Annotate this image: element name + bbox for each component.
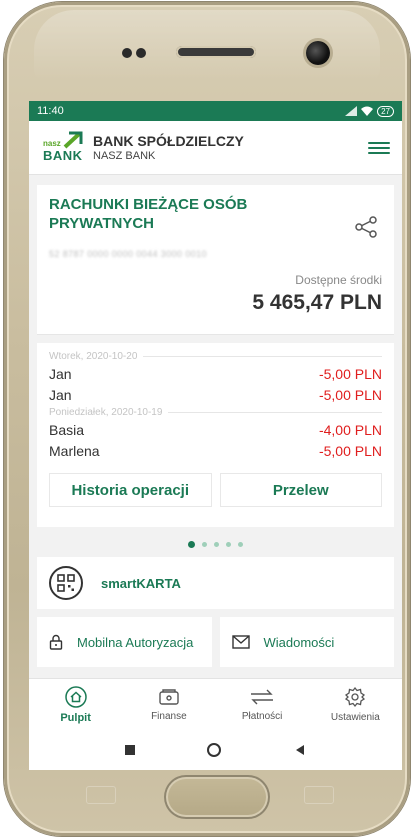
pager-dot[interactable] bbox=[226, 541, 231, 547]
transaction-actions: Historia operacji Przelew bbox=[49, 473, 382, 507]
pager-dot-active[interactable] bbox=[188, 540, 195, 548]
account-balance: 5 465,47 PLN bbox=[252, 291, 382, 314]
android-navigation-bar bbox=[29, 730, 402, 770]
pager-dots[interactable] bbox=[29, 539, 402, 549]
transaction-amount: -5,00 PLN bbox=[318, 442, 382, 459]
home-hardware-button[interactable] bbox=[164, 775, 270, 819]
nav-platnosci[interactable]: Płatności bbox=[216, 679, 309, 730]
back-key[interactable] bbox=[304, 786, 334, 804]
logo-arrow-icon bbox=[63, 131, 83, 148]
app-screen: 11:40 27 nasz BANK BANK SPÓŁDZIELCZY NAS… bbox=[29, 101, 402, 770]
transaction-amount: -4,00 PLN bbox=[318, 421, 382, 438]
transaction-name: Jan bbox=[49, 365, 72, 382]
logo-nasz-text: nasz bbox=[43, 138, 61, 148]
sensor-dot bbox=[136, 48, 146, 58]
available-funds-label: Dostępne środki bbox=[295, 273, 382, 287]
pager-dot[interactable] bbox=[214, 541, 219, 547]
status-icons: 27 bbox=[345, 105, 394, 117]
recent-apps-key[interactable] bbox=[86, 786, 116, 804]
logo-bank-text: BANK bbox=[43, 147, 83, 163]
menu-icon[interactable] bbox=[368, 141, 390, 154]
bottom-navigation: Pulpit Finanse Płatności Ustawienia bbox=[29, 678, 402, 730]
status-time: 11:40 bbox=[37, 105, 64, 117]
messages-tile[interactable]: Wiadomości bbox=[219, 617, 394, 667]
pager-dot[interactable] bbox=[238, 541, 243, 547]
brand-name: BANK SPÓŁDZIELCZY NASZ BANK bbox=[93, 133, 368, 162]
nav-finanse[interactable]: Finanse bbox=[122, 679, 215, 730]
transaction-row[interactable]: Marlena -5,00 PLN bbox=[49, 440, 382, 461]
transaction-row[interactable]: Jan -5,00 PLN bbox=[49, 363, 382, 384]
nav-label: Ustawienia bbox=[330, 712, 380, 723]
date-label: Wtorek, 2020-10-20 bbox=[49, 350, 138, 362]
messages-label: Wiadomości bbox=[263, 634, 335, 650]
account-number: 52 8787 0000 0000 0044 3000 0010 bbox=[49, 249, 207, 259]
signal-icon bbox=[345, 106, 358, 116]
brand-title: BANK SPÓŁDZIELCZY bbox=[93, 133, 244, 149]
mobile-auth-tile[interactable]: Mobilna Autoryzacja bbox=[37, 617, 212, 667]
sensor-dot bbox=[122, 48, 132, 58]
account-card[interactable]: RACHUNKI BIEŻĄCE OSÓB PRYWATNYCH 52 8787… bbox=[37, 185, 394, 335]
earpiece-speaker bbox=[176, 46, 256, 58]
quick-tiles: Mobilna Autoryzacja Wiadomości bbox=[37, 617, 394, 667]
brand-subtitle: NASZ BANK bbox=[93, 150, 156, 162]
lock-icon bbox=[49, 634, 63, 650]
qr-code-icon bbox=[49, 566, 83, 600]
gear-icon bbox=[345, 686, 366, 708]
smartkarta-label: smartKARTA bbox=[101, 575, 181, 591]
phone-shine bbox=[34, 10, 380, 80]
battery-icon: 27 bbox=[377, 105, 394, 117]
date-label: Poniedziałek, 2020-10-19 bbox=[49, 406, 163, 418]
date-separator: Wtorek, 2020-10-20 bbox=[49, 349, 382, 363]
wallet-icon bbox=[159, 689, 179, 705]
front-camera bbox=[306, 41, 330, 65]
nav-label: Płatności bbox=[241, 711, 283, 722]
nav-ustawienia[interactable]: Ustawienia bbox=[309, 679, 402, 730]
transaction-amount: -5,00 PLN bbox=[318, 365, 382, 382]
transaction-row[interactable]: Basia -4,00 PLN bbox=[49, 419, 382, 440]
transaction-name: Marlena bbox=[49, 442, 100, 459]
nav-label: Pulpit bbox=[60, 711, 91, 724]
status-bar: 11:40 27 bbox=[29, 101, 402, 121]
app-header: nasz BANK BANK SPÓŁDZIELCZY NASZ BANK bbox=[29, 121, 402, 175]
mobile-auth-label: Mobilna Autoryzacja bbox=[77, 634, 194, 650]
date-separator: Poniedziałek, 2020-10-19 bbox=[49, 405, 382, 419]
smartkarta-tile[interactable]: smartKARTA bbox=[37, 557, 394, 609]
nav-pulpit[interactable]: Pulpit bbox=[29, 679, 122, 730]
share-icon[interactable] bbox=[354, 215, 378, 239]
wifi-icon bbox=[361, 106, 374, 116]
transactions-card: Wtorek, 2020-10-20 Jan -5,00 PLN Jan -5,… bbox=[37, 343, 394, 527]
transaction-name: Jan bbox=[49, 386, 72, 403]
envelope-icon bbox=[231, 635, 250, 649]
account-title: RACHUNKI BIEŻĄCE OSÓB PRYWATNYCH bbox=[49, 196, 248, 232]
transaction-amount: -5,00 PLN bbox=[318, 386, 382, 403]
pager-dot[interactable] bbox=[202, 541, 207, 547]
transfer-arrows-icon bbox=[251, 689, 274, 705]
back-triangle-icon[interactable] bbox=[294, 744, 306, 756]
transaction-row[interactable]: Jan -5,00 PLN bbox=[49, 384, 382, 405]
recent-apps-icon[interactable] bbox=[125, 745, 136, 755]
home-icon bbox=[64, 685, 87, 708]
transaction-name: Basia bbox=[49, 421, 85, 438]
bank-logo: nasz BANK bbox=[41, 131, 85, 165]
nav-label: Finanse bbox=[151, 711, 187, 722]
history-button[interactable]: Historia operacji bbox=[49, 473, 212, 507]
home-circle-icon[interactable] bbox=[207, 743, 222, 757]
transfer-button[interactable]: Przelew bbox=[219, 473, 382, 507]
